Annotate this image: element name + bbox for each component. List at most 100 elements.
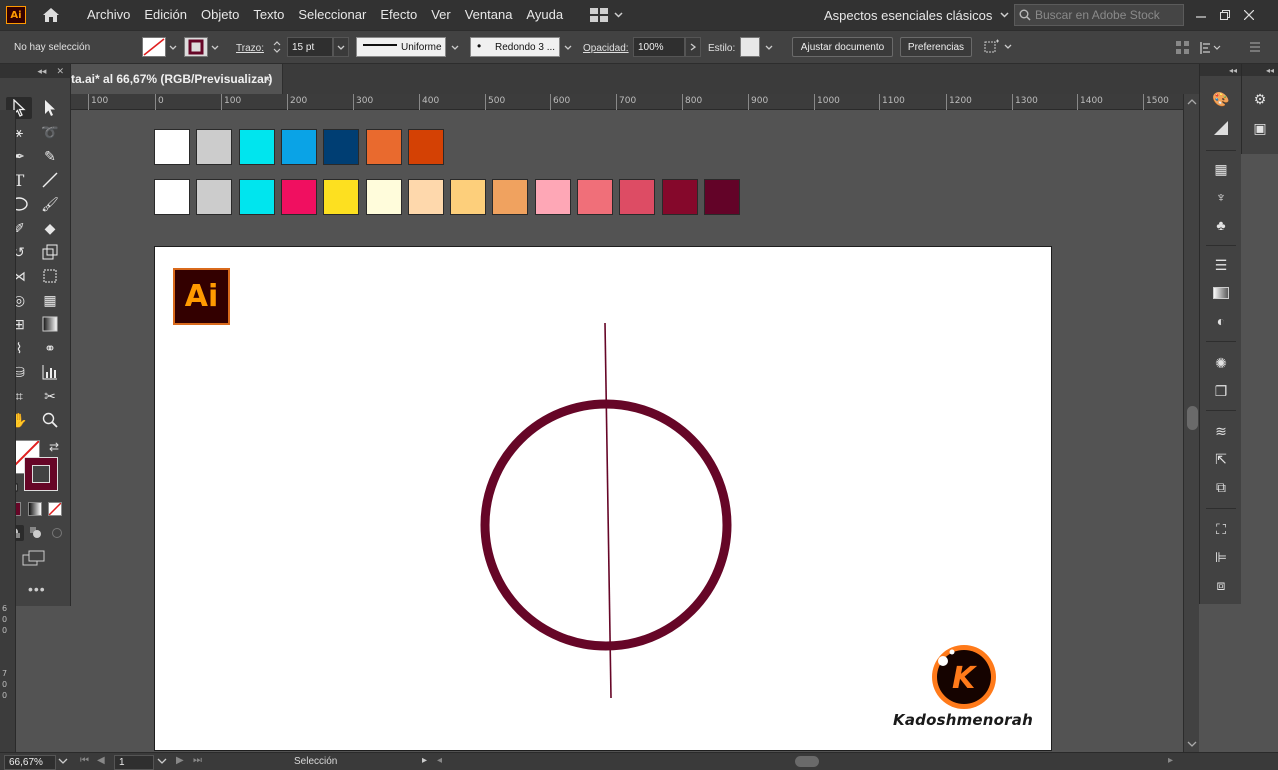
stroke-panel-button[interactable]: ☰ (1209, 254, 1233, 276)
artboard-number-field[interactable]: 1 (114, 755, 154, 770)
align-options-icon[interactable] (1200, 41, 1222, 58)
palette-row1-swatch[interactable] (238, 129, 275, 165)
workspace-switcher[interactable]: Aspectos esenciales clásicos (816, 4, 1017, 26)
palette-row2-swatch[interactable] (450, 179, 487, 215)
eraser-tool[interactable]: ◆ (37, 217, 63, 239)
document-tab[interactable]: ta.ai* al 66,67% (RGB/Previsualizar) (71, 64, 283, 94)
gradient-mode-button[interactable] (28, 502, 42, 516)
style-dropdown[interactable] (762, 37, 776, 57)
menu-texto[interactable]: Texto (246, 0, 291, 30)
opacity-field[interactable]: 100% (633, 37, 685, 57)
align-grid-icon[interactable] (1176, 41, 1190, 58)
collapse-icon[interactable]: ◂◂ (37, 66, 46, 77)
column-graph-tool[interactable] (37, 361, 63, 383)
variable-width-profile[interactable]: Uniforme (356, 37, 446, 57)
symbols-button[interactable]: ♣ (1209, 214, 1233, 236)
palette-row1-swatch[interactable] (280, 129, 317, 165)
close-document-icon[interactable]: × (264, 72, 271, 86)
line-tool[interactable] (37, 169, 63, 191)
vertical-ruler[interactable]: 6 0 0 7 0 0 (0, 110, 16, 752)
curvature-tool[interactable]: ✎ (37, 145, 63, 167)
libraries-button[interactable]: ▣ (1248, 117, 1272, 139)
brush-dropdown[interactable] (560, 37, 576, 57)
paintbrush-tool[interactable]: 🖌 (37, 193, 63, 215)
horizontal-ruler[interactable]: 100 0 100 200 300 400 500 600 700 800 900 1000 1100 1… (71, 94, 1183, 110)
status-menu-icon[interactable]: ▸ (422, 755, 427, 766)
expand-icon[interactable]: ◂◂ (1229, 66, 1237, 75)
stroke-weight-dropdown[interactable] (333, 37, 349, 57)
palette-row2-swatch[interactable] (577, 179, 613, 215)
stock-search-input[interactable]: Buscar en Adobe Stock (1014, 4, 1184, 26)
properties-button[interactable]: ⚙ (1248, 88, 1272, 110)
align-panel-button[interactable]: ⊫ (1209, 546, 1233, 568)
next-artboard-icon[interactable]: ▶ (176, 755, 184, 766)
palette-row1-swatch[interactable] (407, 129, 444, 165)
free-transform-tool[interactable] (37, 265, 63, 287)
gradient-tool[interactable] (37, 313, 63, 335)
vertical-scrollbar[interactable] (1183, 94, 1199, 752)
scale-tool[interactable] (37, 241, 63, 263)
stroke-swatch[interactable] (184, 37, 208, 57)
stroke-color-box[interactable] (24, 457, 58, 491)
palette-row2-swatch[interactable] (407, 179, 444, 215)
palette-row2-swatch[interactable] (280, 179, 317, 215)
palette-row2-swatch[interactable] (703, 179, 740, 215)
palette-row2-swatch[interactable] (365, 179, 402, 215)
palette-row2-swatch[interactable] (196, 179, 233, 215)
arrange-documents-button[interactable] (590, 8, 623, 22)
brush-definition[interactable]: • Redondo 3 ... (470, 37, 560, 57)
previous-artboard-icon[interactable]: ◀ (97, 755, 105, 766)
artboards-panel-button[interactable]: ⧉ (1209, 476, 1233, 498)
brushes-button[interactable]: ♆ (1209, 186, 1233, 208)
close-icon[interactable]: ✕ (56, 66, 64, 77)
perspective-grid-tool[interactable]: ▦ (37, 289, 63, 311)
close-icon[interactable] (1244, 10, 1254, 20)
menu-ventana[interactable]: Ventana (458, 0, 520, 30)
menu-efecto[interactable]: Efecto (373, 0, 424, 30)
palette-row2-swatch[interactable] (238, 179, 275, 215)
fill-swatch[interactable] (142, 37, 166, 57)
transform-icon[interactable] (982, 39, 1012, 58)
panel-menu-icon[interactable] (1250, 41, 1264, 56)
direct-selection-tool[interactable] (37, 97, 63, 119)
zoom-field[interactable]: 66,67% (4, 755, 56, 770)
profile-dropdown[interactable] (447, 37, 463, 57)
palette-row2-swatch[interactable] (534, 179, 571, 215)
vertical-scroll-thumb[interactable] (1187, 406, 1198, 430)
menu-archivo[interactable]: Archivo (80, 0, 137, 30)
pathfinder-button[interactable]: ⧈ (1209, 574, 1233, 596)
palette-row2-swatch[interactable] (661, 179, 698, 215)
palette-row1-swatch[interactable] (154, 129, 190, 165)
circle-path[interactable] (480, 399, 732, 651)
scroll-up-icon[interactable] (1184, 96, 1200, 108)
last-artboard-icon[interactable]: ⏭ (193, 755, 202, 766)
first-artboard-icon[interactable]: ⏮ (80, 755, 89, 766)
blend-tool[interactable]: ⚭ (37, 337, 63, 359)
chevron-down-icon[interactable] (157, 758, 167, 766)
palette-row2-swatch[interactable] (492, 179, 529, 215)
palette-row2-swatch[interactable] (154, 179, 190, 215)
menu-ayuda[interactable]: Ayuda (519, 0, 570, 30)
minimize-icon[interactable] (1196, 10, 1206, 20)
transparency-button[interactable]: ◐ (1209, 310, 1233, 332)
fill-dropdown[interactable] (166, 37, 180, 57)
appearance-button[interactable]: ✺ (1209, 352, 1233, 374)
palette-row1-swatch[interactable] (196, 129, 233, 165)
swatches-button[interactable]: ▦ (1209, 158, 1233, 180)
palette-row1-swatch[interactable] (323, 129, 360, 165)
none-mode-button[interactable] (48, 502, 62, 516)
palette-row1-swatch[interactable] (365, 129, 402, 165)
screen-mode-icon[interactable] (22, 550, 46, 569)
swap-colors-icon[interactable]: ⇄ (49, 440, 59, 454)
home-icon[interactable] (40, 5, 62, 25)
color-panel-button[interactable]: 🎨 (1209, 88, 1233, 110)
menu-ver[interactable]: Ver (424, 0, 458, 30)
draw-inside-button[interactable] (48, 525, 66, 541)
preferences-button[interactable]: Preferencias (900, 37, 972, 57)
canvas-area[interactable]: Ai K Kadoshmenorah (71, 110, 1183, 752)
opacity-slider-toggle[interactable] (685, 37, 701, 57)
horizontal-scroll-thumb[interactable] (795, 756, 819, 767)
lasso-tool[interactable]: ➰ (37, 121, 63, 143)
slice-tool[interactable]: ✂ (37, 385, 63, 407)
color-guide-button[interactable] (1209, 117, 1233, 139)
